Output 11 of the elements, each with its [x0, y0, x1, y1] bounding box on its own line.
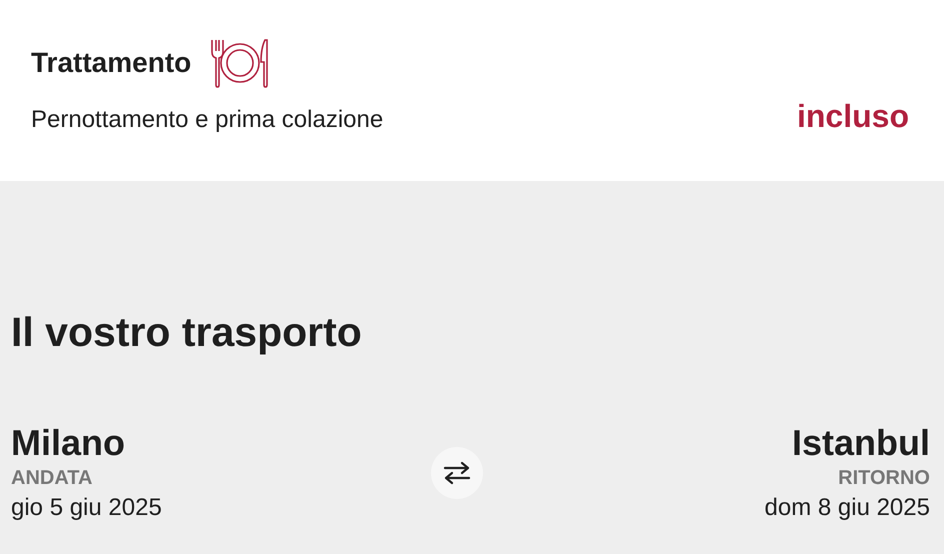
leg-date: gio 5 giu 2025	[11, 493, 162, 523]
swap-arrows-icon	[443, 461, 472, 485]
board-description: Pernottamento e prima colazione	[31, 106, 384, 134]
board-title: Trattamento	[31, 47, 192, 79]
section-title: Il vostro trasporto	[11, 309, 363, 356]
city-name: Istanbul	[792, 422, 930, 464]
included-status: incluso	[796, 98, 909, 135]
leg-label: RITORNO	[838, 466, 930, 491]
leg-label: ANDATA	[11, 466, 92, 491]
city-name: Milano	[11, 422, 125, 464]
leg-date: dom 8 giu 2025	[764, 493, 930, 523]
